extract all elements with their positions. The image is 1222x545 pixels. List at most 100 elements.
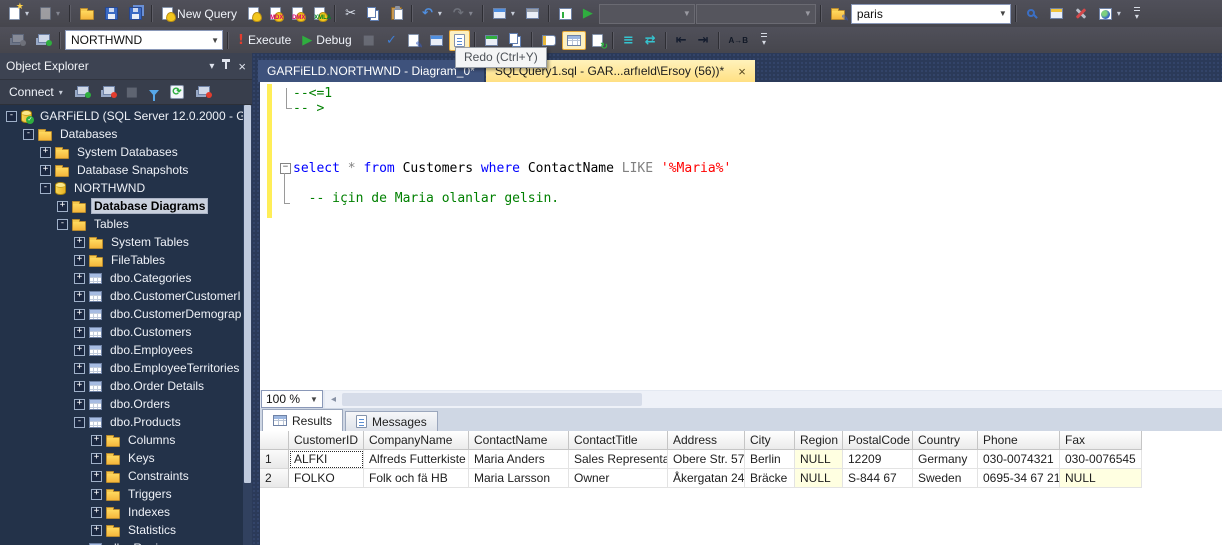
- results-tab[interactable]: Results: [262, 409, 344, 431]
- expand-icon[interactable]: +: [91, 506, 102, 518]
- paste-button[interactable]: [386, 3, 407, 24]
- new-item-button[interactable]: ★ ▾: [4, 2, 34, 24]
- tree-item-filetables[interactable]: + FileTables: [0, 251, 243, 269]
- grid-cell[interactable]: ALFKI: [289, 450, 364, 469]
- tree-item-databases[interactable]: - Databases: [0, 125, 243, 143]
- tree-item-statistics[interactable]: + Statistics: [0, 521, 243, 539]
- navigate-backward-button[interactable]: ▾: [488, 4, 520, 23]
- expand-icon[interactable]: +: [91, 434, 102, 446]
- grid-cell[interactable]: Maria Larsson: [469, 469, 569, 488]
- tree-item-database-diagrams[interactable]: + Database Diagrams: [0, 197, 243, 215]
- collapse-icon[interactable]: -: [74, 416, 85, 428]
- row-header[interactable]: 1: [260, 450, 289, 469]
- find-in-files-button[interactable]: [1021, 4, 1044, 24]
- connect-button[interactable]: [4, 30, 29, 50]
- column-header-address[interactable]: Address: [668, 431, 745, 450]
- expand-icon[interactable]: +: [91, 524, 102, 536]
- undo-button[interactable]: ↶ ▾: [417, 2, 447, 25]
- mdx-query-button[interactable]: MDX: [265, 3, 286, 24]
- toolbar-combo-1[interactable]: ▼: [598, 3, 695, 24]
- code-line[interactable]: select * from Customers where ContactNam…: [293, 161, 1222, 176]
- column-header-postalcode[interactable]: PostalCode: [843, 431, 913, 450]
- code-line[interactable]: [293, 146, 1222, 161]
- tree-item-dbo-employeeterritories[interactable]: + dbo.EmployeeTerritories: [0, 359, 243, 377]
- grid-cell[interactable]: 030-0074321: [978, 450, 1060, 469]
- results-to-grid-button[interactable]: [561, 30, 586, 50]
- add-item-button[interactable]: ▾: [35, 3, 65, 24]
- save-all-button[interactable]: [124, 3, 147, 24]
- collapse-icon[interactable]: -: [6, 110, 17, 122]
- code-line[interactable]: [293, 176, 1222, 191]
- template-parameters-button[interactable]: A→B: [724, 32, 754, 49]
- comment-lines-button[interactable]: ≡: [618, 29, 639, 52]
- column-header-fax[interactable]: Fax: [1060, 431, 1142, 450]
- sql-editor[interactable]: − --<=1 -- > select * from Customers where…: [260, 82, 1222, 390]
- tab-diagram[interactable]: GARFiELD.NORTHWND - Diagram_0*: [258, 60, 484, 82]
- column-header-customerid[interactable]: CustomerID: [289, 431, 364, 450]
- grid-cell[interactable]: Folk och fä HB: [364, 469, 469, 488]
- toolbar-combo-2[interactable]: ▼: [695, 3, 816, 24]
- column-header-country[interactable]: Country: [913, 431, 978, 450]
- expand-icon[interactable]: +: [74, 380, 85, 392]
- tree-item-dbo-employees[interactable]: + dbo.Employees: [0, 341, 243, 359]
- new-query-button[interactable]: New Query: [157, 3, 242, 25]
- grid-cell[interactable]: S-844 67: [843, 469, 913, 488]
- find-combo[interactable]: paris ▼: [850, 3, 1011, 24]
- column-header-region[interactable]: Region: [795, 431, 843, 450]
- grid-cell[interactable]: Obere Str. 57: [668, 450, 745, 469]
- tree-item-dbo-products[interactable]: - dbo.Products: [0, 413, 243, 431]
- oe-stop-button[interactable]: ■: [122, 82, 142, 103]
- decrease-indent-button[interactable]: ⇤: [671, 29, 692, 52]
- grid-cell[interactable]: 0695-34 67 21: [978, 469, 1060, 488]
- execute-button[interactable]: ! Execute: [233, 29, 296, 52]
- tree-item-dbo-orders[interactable]: + dbo.Orders: [0, 395, 243, 413]
- grid-corner-cell[interactable]: [260, 431, 289, 450]
- xmla-query-button[interactable]: XMLA: [309, 3, 331, 24]
- tree-item-system-databases[interactable]: + System Databases: [0, 143, 243, 161]
- query-options-button[interactable]: ✎: [403, 30, 424, 51]
- code-line[interactable]: -- >: [293, 101, 1222, 116]
- expand-icon[interactable]: +: [57, 200, 68, 212]
- increase-indent-button[interactable]: ⇥: [693, 29, 714, 52]
- expand-icon[interactable]: +: [40, 164, 51, 176]
- code-line[interactable]: [293, 131, 1222, 146]
- grid-cell[interactable]: 12209: [843, 450, 913, 469]
- tree-item-dbo-customercustomeri[interactable]: + dbo.CustomerCustomerI: [0, 287, 243, 305]
- cut-button[interactable]: ✂: [340, 2, 361, 25]
- oe-connect-dropdown[interactable]: Connect ▾: [5, 82, 67, 102]
- grid-cell[interactable]: 030-0076545: [1060, 450, 1142, 469]
- grid-cell[interactable]: NULL: [795, 450, 843, 469]
- grid-cell[interactable]: Sweden: [913, 469, 978, 488]
- window-position-icon[interactable]: ▾: [209, 61, 214, 72]
- column-header-contactname[interactable]: ContactName: [469, 431, 569, 450]
- open-file-button[interactable]: [75, 3, 99, 24]
- debug-button[interactable]: ▶ Debug: [297, 29, 356, 52]
- grid-cell[interactable]: Sales Representative: [569, 450, 668, 469]
- oe-disconnect-button[interactable]: [96, 83, 119, 101]
- start-button[interactable]: ▶: [578, 2, 598, 25]
- navigate-forward-button[interactable]: [521, 4, 544, 23]
- tree-item-dbo-categories[interactable]: + dbo.Categories: [0, 269, 243, 287]
- tree-item-constraints[interactable]: + Constraints: [0, 467, 243, 485]
- expand-icon[interactable]: +: [74, 398, 85, 410]
- grid-cell[interactable]: Germany: [913, 450, 978, 469]
- code-area[interactable]: --<=1 -- > select * from Customers where C…: [293, 86, 1222, 206]
- oe-disconnect2-button[interactable]: [191, 83, 214, 101]
- save-button[interactable]: [100, 3, 123, 24]
- tree-item-database-snapshots[interactable]: + Database Snapshots: [0, 161, 243, 179]
- messages-tab[interactable]: Messages: [345, 411, 438, 431]
- column-header-contacttitle[interactable]: ContactTitle: [569, 431, 668, 450]
- scrollbar-thumb[interactable]: [244, 105, 251, 484]
- web-browser-button[interactable]: ▾: [1094, 4, 1126, 24]
- grid-cell[interactable]: FOLKO: [289, 469, 364, 488]
- tree-item-tables[interactable]: - Tables: [0, 215, 243, 233]
- expand-icon[interactable]: +: [91, 470, 102, 482]
- scroll-left-arrow-icon[interactable]: ◂: [325, 394, 342, 405]
- change-connection-button[interactable]: [30, 30, 55, 50]
- expand-icon[interactable]: +: [74, 272, 85, 284]
- expand-icon[interactable]: +: [91, 452, 102, 464]
- oe-connect-server-button[interactable]: [70, 83, 93, 101]
- tree-item-triggers[interactable]: + Triggers: [0, 485, 243, 503]
- dmx-query-button[interactable]: DMX: [287, 3, 308, 24]
- grid-cell[interactable]: NULL: [1060, 469, 1142, 488]
